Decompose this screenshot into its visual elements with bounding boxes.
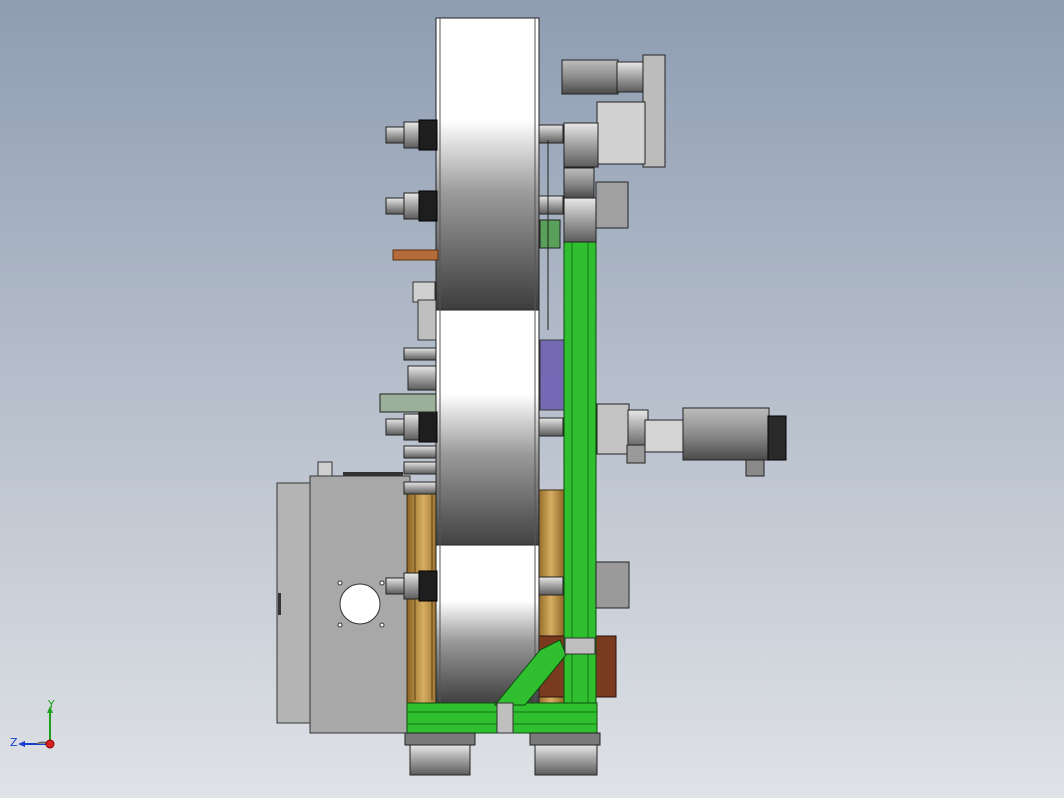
x-axis-icon xyxy=(45,739,55,749)
y-axis-label: Y xyxy=(48,698,55,711)
copper-rod xyxy=(392,249,439,261)
sensor-box xyxy=(595,561,630,609)
z-axis-label: Z xyxy=(10,736,18,749)
cad-viewport[interactable] xyxy=(0,0,1064,798)
electrical-cabinet xyxy=(276,461,411,734)
view-orientation-triad[interactable]: Y Z xyxy=(8,698,68,760)
main-drum xyxy=(435,17,540,706)
